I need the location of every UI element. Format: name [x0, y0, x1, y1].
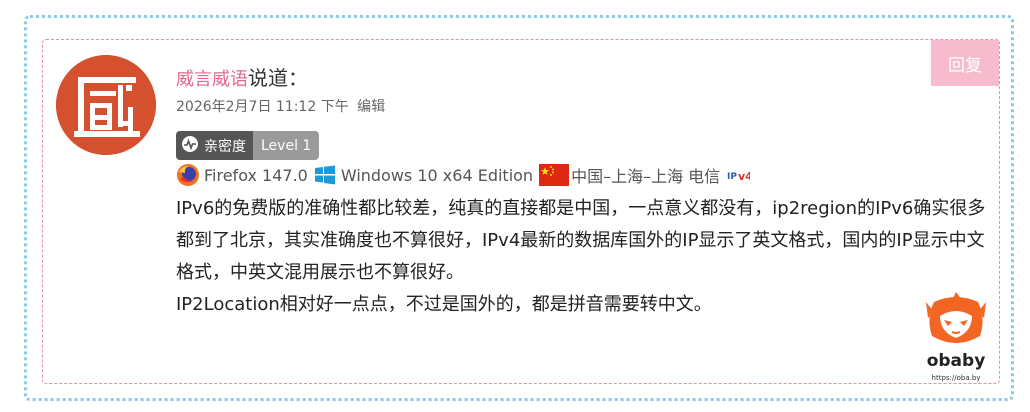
intimacy-badge: 亲密度 Level 1 — [176, 131, 320, 160]
comment-author-name[interactable]: 威言威语 — [176, 69, 248, 90]
browser-name: Firefox 147.0 — [204, 165, 308, 185]
comment-date-line: 2026年2月7日 11:12 下午 编辑 — [176, 96, 385, 116]
comment-paragraph: IP2Location相对好一点点，不过是国外的，都是拼音需要转中文。 — [176, 294, 712, 315]
badge-label: 亲密度 — [204, 138, 246, 155]
comment-paragraph: IPv6的免费版的准确性都比较差，纯真的直接都是中国，一点意义都没有，ip2re… — [176, 198, 986, 283]
user-agent-line: Firefox 147.0 Windows 10 x64 Edition 中国–… — [176, 163, 753, 187]
reply-button[interactable]: 回复 — [931, 40, 999, 86]
china-flag-icon — [539, 164, 570, 186]
edit-link[interactable]: 编辑 — [357, 99, 385, 115]
svg-text:v4: v4 — [738, 170, 750, 183]
obaby-url-text: https://oba.by — [931, 374, 981, 382]
comment-author-line: 威言威语说道： — [176, 62, 308, 91]
comment-content: IPv6的免费版的准确性都比较差，纯真的直接都是中国，一点意义都没有，ip2re… — [176, 193, 986, 321]
comment-date[interactable]: 2026年2月7日 11:12 下午 — [176, 99, 349, 115]
pulse-icon — [181, 135, 199, 157]
badge-level: Level 1 — [261, 137, 312, 154]
avatar[interactable] — [56, 55, 156, 155]
ipv4-icon: IP v4 — [726, 167, 753, 183]
firefox-icon — [176, 163, 200, 187]
location-text: 中国–上海–上海 电信 — [571, 167, 721, 186]
said-label: 说道： — [248, 66, 308, 90]
svg-text:IP: IP — [727, 172, 737, 182]
obaby-brand-text: obaby — [926, 351, 986, 371]
windows-icon — [314, 164, 336, 186]
os-name: Windows 10 x64 Edition — [340, 165, 534, 185]
